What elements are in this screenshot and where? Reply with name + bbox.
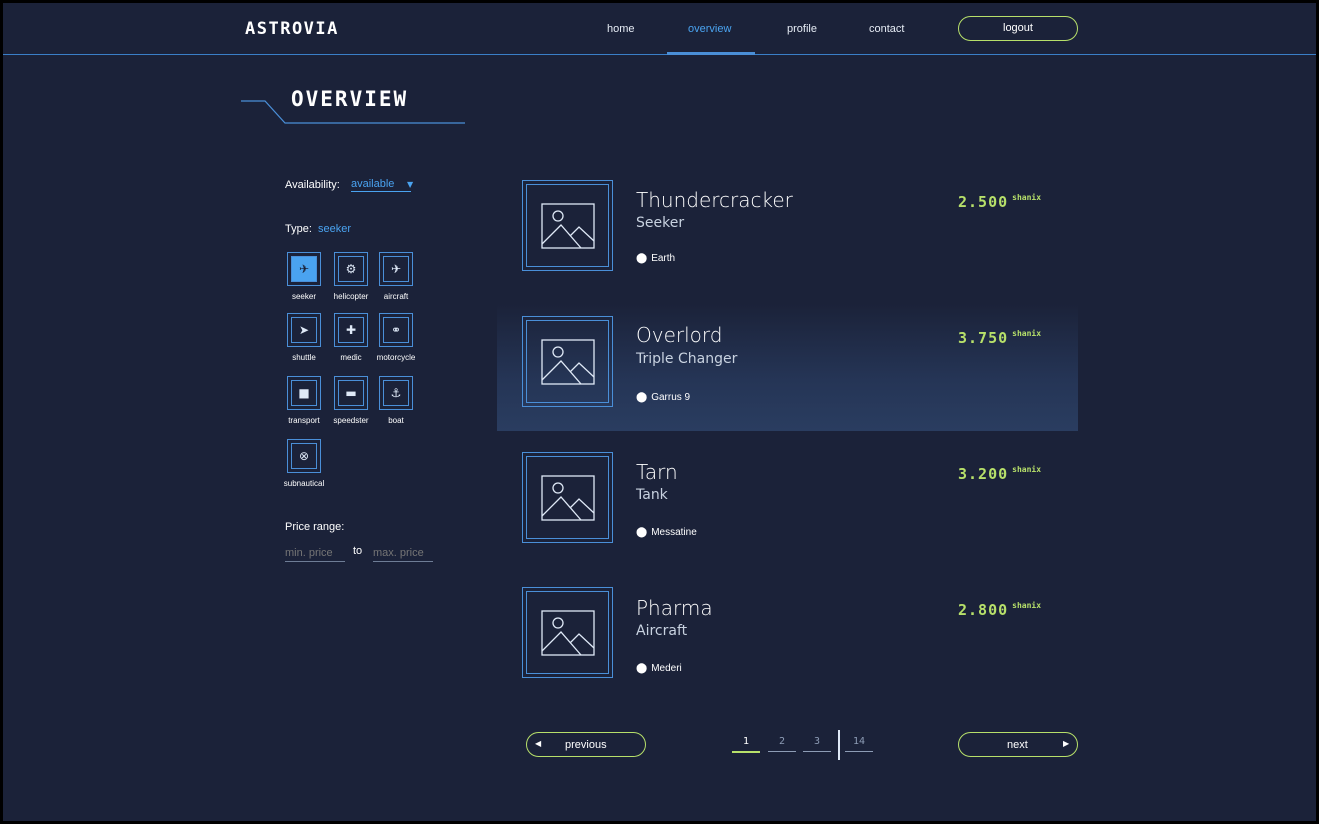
helicopter-icon: ⚙ bbox=[345, 262, 357, 276]
listing-name[interactable]: Overlord bbox=[636, 323, 722, 347]
pagination-divider bbox=[838, 730, 840, 760]
type-seeker-button[interactable]: ✈ bbox=[287, 252, 321, 286]
lifebuoy-icon: ⊗ bbox=[298, 449, 310, 463]
type-speedster-button[interactable]: ▬ bbox=[334, 376, 368, 410]
image-placeholder-icon bbox=[540, 474, 595, 521]
type-subnautical-label: subnautical bbox=[283, 479, 325, 488]
listing-location: ⬤ Earth bbox=[636, 253, 676, 264]
price-range-label: Price range: bbox=[285, 521, 345, 533]
previous-button[interactable]: ◀ previous bbox=[526, 732, 646, 757]
listing-price: 3.200 shanix bbox=[958, 465, 1042, 483]
page-1[interactable]: 1 bbox=[732, 736, 760, 753]
type-helicopter-button[interactable]: ⚙ bbox=[334, 252, 368, 286]
listing-type: Tank bbox=[636, 487, 668, 503]
next-button[interactable]: next ▶ bbox=[958, 732, 1078, 757]
type-transport-button[interactable]: ■ bbox=[287, 376, 321, 410]
nav-active-indicator bbox=[667, 52, 755, 55]
listing-location: ⬤ Garrus 9 bbox=[636, 392, 691, 403]
page-2[interactable]: 2 bbox=[768, 736, 796, 752]
car-icon: ▬ bbox=[345, 386, 357, 400]
image-placeholder-icon bbox=[540, 202, 595, 249]
app-window: ASTROVIA home overview profile contact l… bbox=[3, 3, 1316, 821]
nav-overview[interactable]: overview bbox=[688, 23, 731, 35]
availability-select[interactable]: available bbox=[351, 178, 411, 192]
chevron-down-icon[interactable]: ▼ bbox=[407, 180, 413, 189]
image-placeholder-icon bbox=[540, 338, 595, 385]
min-price-input[interactable] bbox=[285, 544, 345, 562]
motorcycle-icon: ⚭ bbox=[390, 323, 402, 337]
max-price-input[interactable] bbox=[373, 544, 433, 562]
nav-home[interactable]: home bbox=[607, 23, 635, 35]
type-boat-label: boat bbox=[388, 416, 404, 425]
listing-name[interactable]: Pharma bbox=[636, 596, 713, 620]
listing-thumbnail[interactable] bbox=[522, 452, 613, 543]
brand-logo[interactable]: ASTROVIA bbox=[245, 19, 339, 39]
type-medic-button[interactable]: ✚ bbox=[334, 313, 368, 347]
type-shuttle-button[interactable]: ➤ bbox=[287, 313, 321, 347]
listing-price: 2.500 shanix bbox=[958, 193, 1042, 211]
listing-name[interactable]: Thundercracker bbox=[636, 188, 793, 212]
listing-thumbnail[interactable] bbox=[522, 180, 613, 271]
location-pin-icon: ⬤ bbox=[636, 253, 648, 264]
location-pin-icon: ⬤ bbox=[636, 663, 648, 674]
type-label: Type: seeker bbox=[285, 223, 352, 235]
anchor-icon: ⚓ bbox=[390, 386, 402, 400]
location-pin-icon: ⬤ bbox=[636, 527, 648, 538]
listing-type: Seeker bbox=[636, 215, 685, 231]
chevron-left-icon: ◀ bbox=[535, 739, 542, 748]
ambulance-icon: ✚ bbox=[345, 323, 357, 337]
plane-icon: ✈ bbox=[390, 262, 402, 276]
chevron-right-icon: ▶ bbox=[1063, 739, 1070, 748]
listing-type: Aircraft bbox=[636, 623, 688, 639]
listing-location: ⬤ Mederi bbox=[636, 663, 682, 674]
jet-icon: ✈ bbox=[298, 262, 310, 276]
page-last[interactable]: 14 bbox=[845, 736, 873, 752]
type-selected-value: seeker bbox=[318, 223, 352, 235]
image-placeholder-icon bbox=[540, 609, 595, 656]
type-boat-button[interactable]: ⚓ bbox=[379, 376, 413, 410]
type-subnautical-button[interactable]: ⊗ bbox=[287, 439, 321, 473]
logout-button[interactable]: logout bbox=[958, 16, 1078, 41]
page-3[interactable]: 3 bbox=[803, 736, 831, 752]
listing-thumbnail[interactable] bbox=[522, 587, 613, 678]
shuttle-icon: ➤ bbox=[298, 323, 310, 337]
listing-location: ⬤ Messatine bbox=[636, 527, 697, 538]
type-motorcycle-label: motorcycle bbox=[376, 353, 416, 362]
type-motorcycle-button[interactable]: ⚭ bbox=[379, 313, 413, 347]
availability-label: Availability: bbox=[285, 179, 340, 191]
listing-type: Triple Changer bbox=[636, 351, 738, 367]
listing-name[interactable]: Tarn bbox=[636, 460, 678, 484]
nav-contact[interactable]: contact bbox=[869, 23, 904, 35]
listing-price: 2.800 shanix bbox=[958, 601, 1042, 619]
type-aircraft-label: aircraft bbox=[383, 292, 409, 301]
location-pin-icon: ⬤ bbox=[636, 392, 648, 403]
listing-price: 3.750 shanix bbox=[958, 329, 1042, 347]
truck-icon: ■ bbox=[298, 386, 310, 400]
price-to-label: to bbox=[353, 545, 363, 557]
nav-profile[interactable]: profile bbox=[787, 23, 817, 35]
top-navbar: ASTROVIA home overview profile contact l… bbox=[3, 3, 1316, 55]
listing-thumbnail[interactable] bbox=[522, 316, 613, 407]
page-title: OVERVIEW bbox=[291, 87, 409, 111]
type-aircraft-button[interactable]: ✈ bbox=[379, 252, 413, 286]
